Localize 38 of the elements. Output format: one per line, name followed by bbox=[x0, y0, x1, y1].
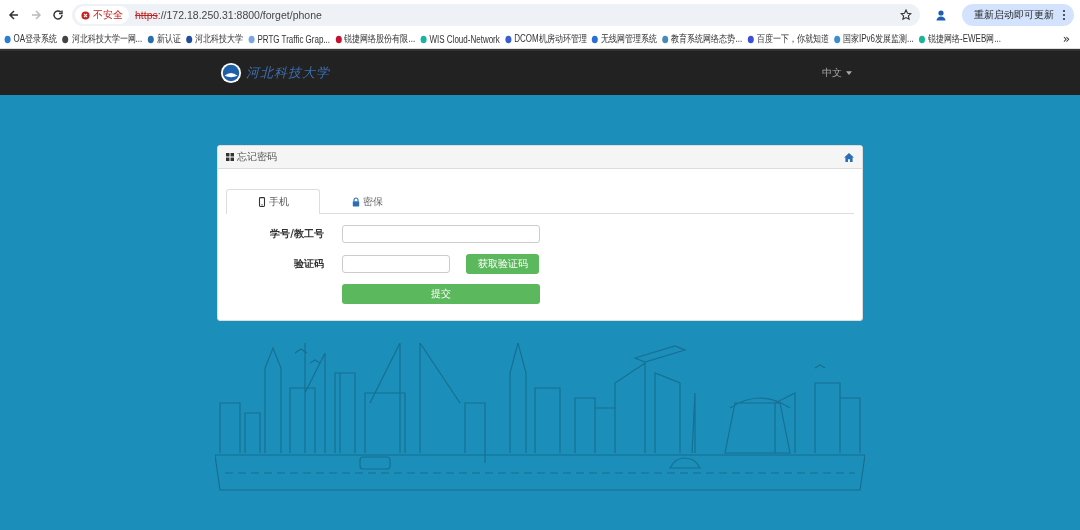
logo-text: 河北科技大学 bbox=[246, 64, 330, 82]
url-text: https://172.18.250.31:8800/forget/phone bbox=[135, 9, 323, 21]
bookmark-item[interactable]: 百度一下，你就知道 bbox=[746, 32, 829, 46]
security-chip[interactable]: 不安全 bbox=[75, 6, 129, 24]
update-button[interactable]: 重新启动即可更新 bbox=[962, 4, 1074, 26]
bookmark-item[interactable]: 锐捷网络股份有限... bbox=[334, 32, 416, 46]
bookmark-item[interactable]: DCOM机房动环管理 bbox=[504, 32, 587, 46]
bookmark-item[interactable]: 教育系统网络态势... bbox=[661, 32, 743, 46]
bookmark-item[interactable]: 锐捷网络-EWEB网... bbox=[918, 32, 1001, 46]
bookmark-item[interactable]: OA登录系统 bbox=[4, 32, 58, 46]
security-label: 不安全 bbox=[93, 8, 123, 22]
field-label: 学号/教工号 bbox=[269, 227, 324, 241]
menu-icon[interactable] bbox=[1062, 9, 1066, 21]
star-icon[interactable] bbox=[900, 9, 912, 21]
code-input-field[interactable] bbox=[342, 255, 450, 273]
profile-icon[interactable] bbox=[934, 8, 948, 22]
bookmark-item[interactable]: WIS Cloud-Network bbox=[419, 33, 500, 45]
phone-icon bbox=[257, 197, 266, 207]
reload-icon[interactable] bbox=[50, 7, 66, 23]
id-input-field[interactable] bbox=[342, 225, 540, 243]
field-label: 验证码 bbox=[293, 257, 324, 271]
lock-icon bbox=[351, 197, 360, 207]
tab[interactable]: 手机 bbox=[226, 189, 320, 214]
address-bar[interactable]: 不安全 https://172.18.250.31:8800/forget/phone bbox=[72, 4, 920, 26]
panel-title: 忘记密码 bbox=[237, 150, 278, 164]
caret-icon bbox=[846, 71, 852, 75]
bookmark-item[interactable]: 河北科技大学 bbox=[185, 32, 244, 46]
language-dropdown[interactable]: 中文 bbox=[822, 66, 852, 80]
bookmark-item[interactable]: 国家IPv6发展监测... bbox=[833, 32, 914, 46]
bookmark-item[interactable]: PRTG Traffic Grap... bbox=[247, 33, 331, 45]
bookmark-item[interactable]: 河北科技大学一网... bbox=[61, 32, 143, 46]
bookmark-item[interactable]: 无线网管理系统 bbox=[591, 32, 658, 46]
warning-icon bbox=[81, 10, 90, 20]
home-icon[interactable] bbox=[844, 152, 854, 162]
bookmark-item[interactable]: 新认证 bbox=[147, 32, 181, 46]
grid-icon bbox=[226, 153, 234, 161]
tab[interactable]: 密保 bbox=[320, 189, 414, 214]
emblem-icon bbox=[220, 62, 242, 84]
